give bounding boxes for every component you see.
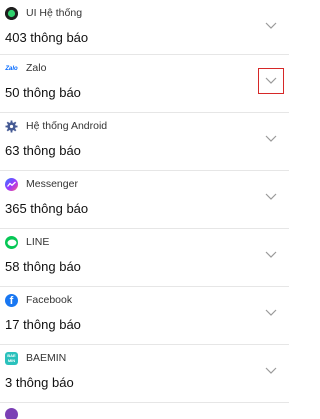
chevron-down-icon[interactable] — [262, 188, 280, 206]
app-name: Facebook — [26, 294, 73, 306]
chevron-down-icon[interactable] — [258, 68, 284, 94]
app-name: Hệ thống Android — [26, 120, 108, 132]
app-icon — [5, 408, 18, 419]
app-name: Messenger — [26, 178, 78, 190]
list-item[interactable]: UI Hệ thống 403 thông báo — [0, 0, 289, 55]
notification-app-list: UI Hệ thống 403 thông báo Zalo Zalo 50 t… — [0, 0, 289, 419]
messenger-icon — [5, 178, 18, 191]
chevron-down-icon[interactable] — [262, 246, 280, 264]
list-item[interactable]: LINE 58 thông báo — [0, 229, 289, 287]
chevron-down-icon[interactable] — [262, 17, 280, 35]
notification-count: 365 thông báo — [5, 201, 89, 216]
chevron-down-icon[interactable] — [262, 130, 280, 148]
ui-system-icon — [5, 7, 18, 20]
list-item[interactable]: f Facebook 17 thông báo — [0, 287, 289, 345]
facebook-icon: f — [5, 294, 18, 307]
android-settings-icon — [5, 120, 18, 133]
app-name: UI Hệ thống — [26, 7, 83, 19]
zalo-icon: Zalo — [5, 62, 18, 75]
notification-count: 403 thông báo — [5, 30, 89, 45]
list-item[interactable]: Messenger 365 thông báo — [0, 171, 289, 229]
list-item[interactable] — [0, 403, 289, 419]
notification-count: 3 thông báo — [5, 375, 74, 390]
chevron-down-icon[interactable] — [262, 362, 280, 380]
app-name: BAEMIN — [26, 352, 67, 364]
chevron-down-icon[interactable] — [262, 304, 280, 322]
notification-count: 17 thông báo — [5, 317, 81, 332]
notification-count: 63 thông báo — [5, 143, 81, 158]
notification-count: 58 thông báo — [5, 259, 81, 274]
app-name: Zalo — [26, 62, 47, 74]
line-icon — [5, 236, 18, 249]
list-item[interactable]: Zalo Zalo 50 thông báo — [0, 55, 289, 113]
list-item[interactable]: BAE MIN BAEMIN 3 thông báo — [0, 345, 289, 403]
notification-count: 50 thông báo — [5, 85, 81, 100]
baemin-icon: BAE MIN — [5, 352, 18, 365]
app-name: LINE — [26, 236, 50, 248]
list-item[interactable]: Hệ thống Android 63 thông báo — [0, 113, 289, 171]
